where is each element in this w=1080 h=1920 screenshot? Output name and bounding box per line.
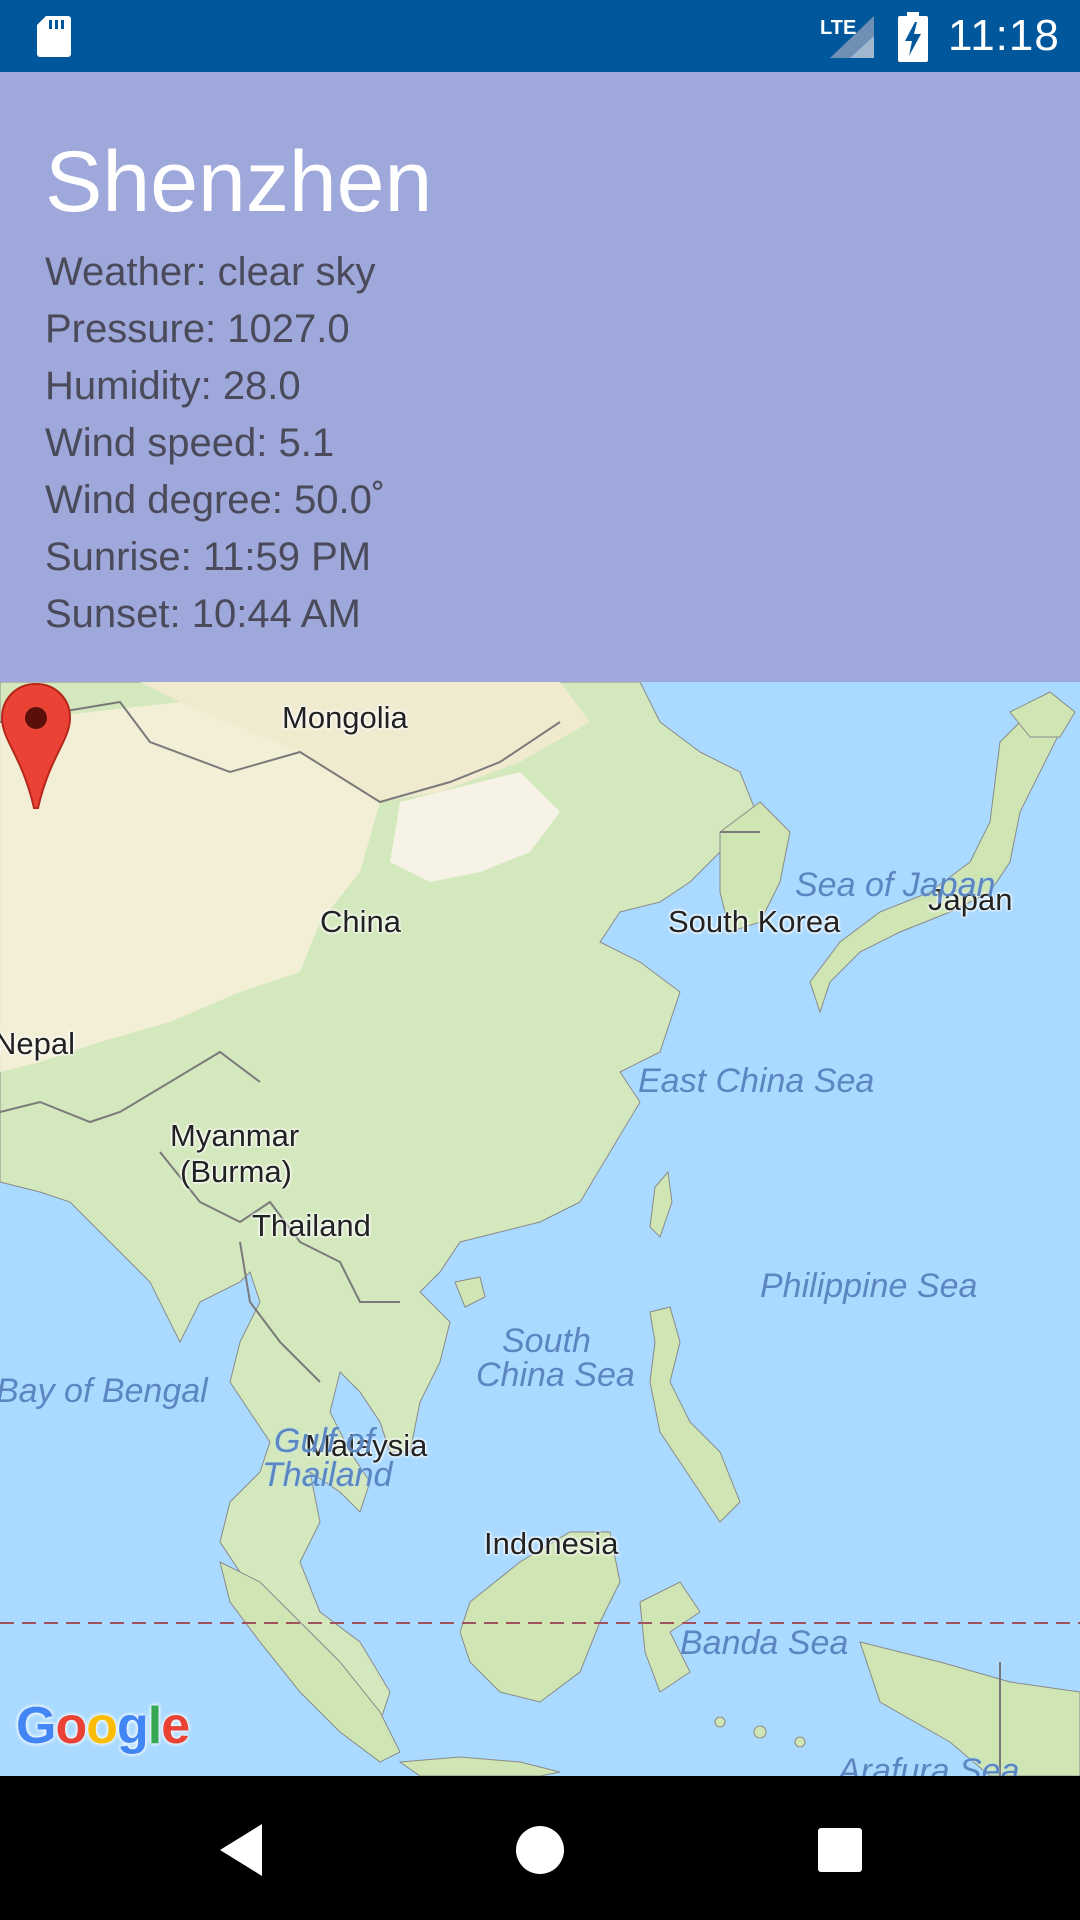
back-icon[interactable] — [210, 1818, 274, 1882]
label-thailand: Thailand — [252, 1208, 371, 1243]
wind-degree-value: Wind degree: 50.0˚ — [45, 478, 386, 522]
navigation-bar — [0, 1776, 1080, 1920]
label-east-china-sea: East China Sea — [638, 1062, 875, 1100]
sunset-value: Sunset: 10:44 AM — [45, 592, 361, 636]
label-burma: (Burma) — [180, 1154, 292, 1189]
label-south-china-sea-2: China Sea — [476, 1356, 635, 1394]
label-nepal: Nepal — [0, 1026, 75, 1061]
label-myanmar: Myanmar — [170, 1118, 300, 1153]
weather-description: Weather: clear sky — [45, 250, 376, 294]
wind-speed-value: Wind speed: 5.1 — [45, 421, 335, 465]
land-taiwan — [649, 1170, 673, 1238]
status-bar: LTE 11:18 — [0, 0, 1080, 72]
label-south-korea: South Korea — [668, 904, 841, 939]
label-china: China — [320, 904, 401, 939]
land-philippines — [649, 1306, 741, 1523]
label-indonesia: Indonesia — [484, 1526, 619, 1561]
land-hainan — [454, 1276, 486, 1308]
label-banda-sea: Banda Sea — [680, 1624, 849, 1662]
status-clock: 11:18 — [948, 11, 1060, 60]
recents-icon[interactable] — [808, 1818, 872, 1882]
map-terrain — [0, 682, 1080, 1776]
land-java — [398, 1756, 561, 1776]
humidity-value: Humidity: 28.0 — [45, 364, 301, 408]
label-gulf-of-thailand-2: Thailand — [262, 1456, 393, 1494]
google-logo: Google — [16, 1697, 190, 1755]
battery-charging-icon — [898, 12, 928, 62]
map-pin-icon[interactable] — [0, 682, 72, 810]
sd-card-icon — [37, 16, 71, 57]
label-bay-of-bengal: Bay of Bengal — [0, 1372, 208, 1410]
sunrise-value: Sunrise: 11:59 PM — [45, 535, 372, 579]
weather-info-panel: Shenzhen Weather: clear sky Pressure: 10… — [0, 72, 1080, 682]
label-philippine-sea: Philippine Sea — [760, 1267, 978, 1305]
label-arafura-sea: Arafura Sea — [838, 1752, 1020, 1776]
pressure-value: Pressure: 1027.0 — [45, 307, 350, 351]
land-japan — [809, 711, 1061, 1014]
lte-signal-icon: LTE — [820, 16, 874, 58]
label-mongolia: Mongolia — [282, 700, 408, 735]
city-name: Shenzhen — [45, 134, 433, 230]
home-icon[interactable] — [508, 1818, 572, 1882]
label-sea-of-japan: Sea of Japan — [795, 866, 996, 904]
map-view[interactable]: Mongolia China South Korea Japan Nepal M… — [0, 682, 1080, 1776]
lte-text: LTE — [820, 17, 856, 39]
